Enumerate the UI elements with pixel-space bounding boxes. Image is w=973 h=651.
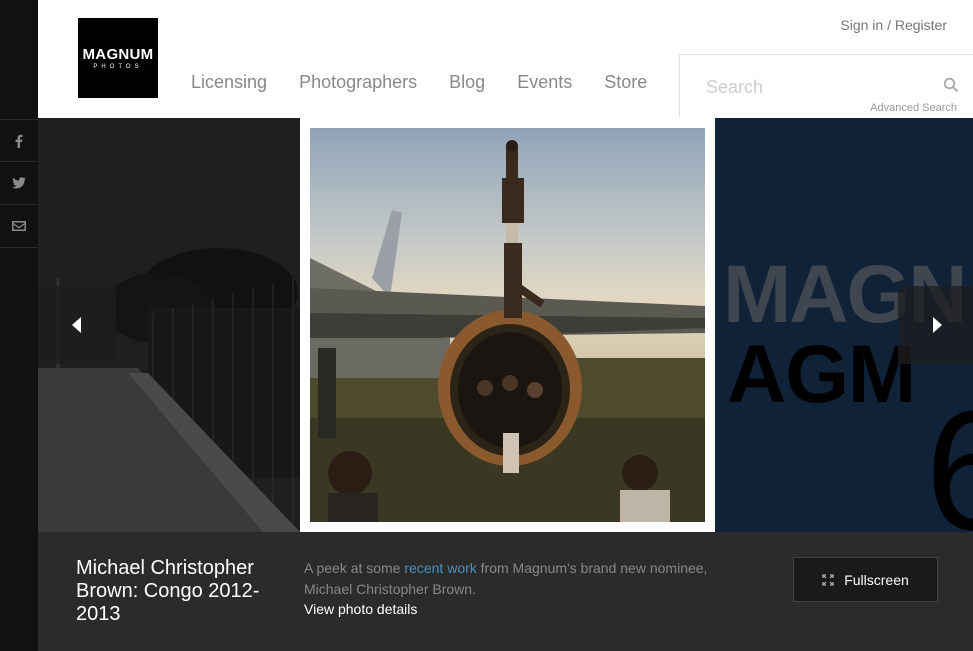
congo-airplane-photo [310,128,705,522]
email-share-button[interactable] [0,205,38,248]
magnum-logo[interactable]: MAGNUM PHOTOS [78,18,158,98]
social-sidebar [0,0,38,651]
photo-slider: MAGN AGM 6 [38,118,973,532]
account-links: Sign in / Register [840,17,947,33]
logo-wordmark: MAGNUM [82,46,154,63]
main-nav: Licensing Photographers Blog Events Stor… [191,72,679,93]
next-slide-text-3: 6 [925,376,973,532]
register-link[interactable]: Register [895,17,947,33]
twitter-icon [12,177,26,189]
chevron-right-icon [933,317,942,333]
search-input[interactable] [706,77,926,98]
chevron-left-icon [72,317,81,333]
facebook-icon [15,134,23,148]
nav-licensing[interactable]: Licensing [191,72,267,93]
nav-store[interactable]: Store [604,72,647,93]
sign-in-link[interactable]: Sign in [840,17,883,33]
nav-events[interactable]: Events [517,72,572,93]
fullscreen-label: Fullscreen [844,571,909,588]
previous-slide-button[interactable] [38,286,116,364]
facebook-share-button[interactable] [0,119,38,162]
nav-photographers[interactable]: Photographers [299,72,417,93]
email-icon [12,221,26,231]
recent-work-link[interactable]: recent work [404,560,476,576]
slide-info-bar: Michael Christopher Brown: Congo 2012-20… [38,532,973,651]
view-photo-details-link[interactable]: View photo details [304,601,417,617]
nav-blog[interactable]: Blog [449,72,485,93]
expand-icon [822,573,834,586]
account-separator: / [883,17,895,33]
slide-title: Michael Christopher Brown: Congo 2012-20… [76,557,260,625]
advanced-search-link[interactable]: Advanced Search [870,102,957,114]
slide-description: A peek at some recent work from Magnum's… [304,558,734,600]
next-slide-text-2: AGM [727,329,916,420]
twitter-share-button[interactable] [0,162,38,205]
fullscreen-button[interactable]: Fullscreen [793,557,938,602]
logo-subtitle: PHOTOS [93,64,143,70]
search-icon[interactable] [943,77,959,93]
next-slide-button[interactable] [898,286,973,364]
site-header: MAGNUM PHOTOS Licensing Photographers Bl… [38,0,973,118]
description-text-1: A peek at some [304,560,405,576]
search-box: Advanced Search [679,54,973,118]
featured-photo[interactable] [300,118,715,532]
